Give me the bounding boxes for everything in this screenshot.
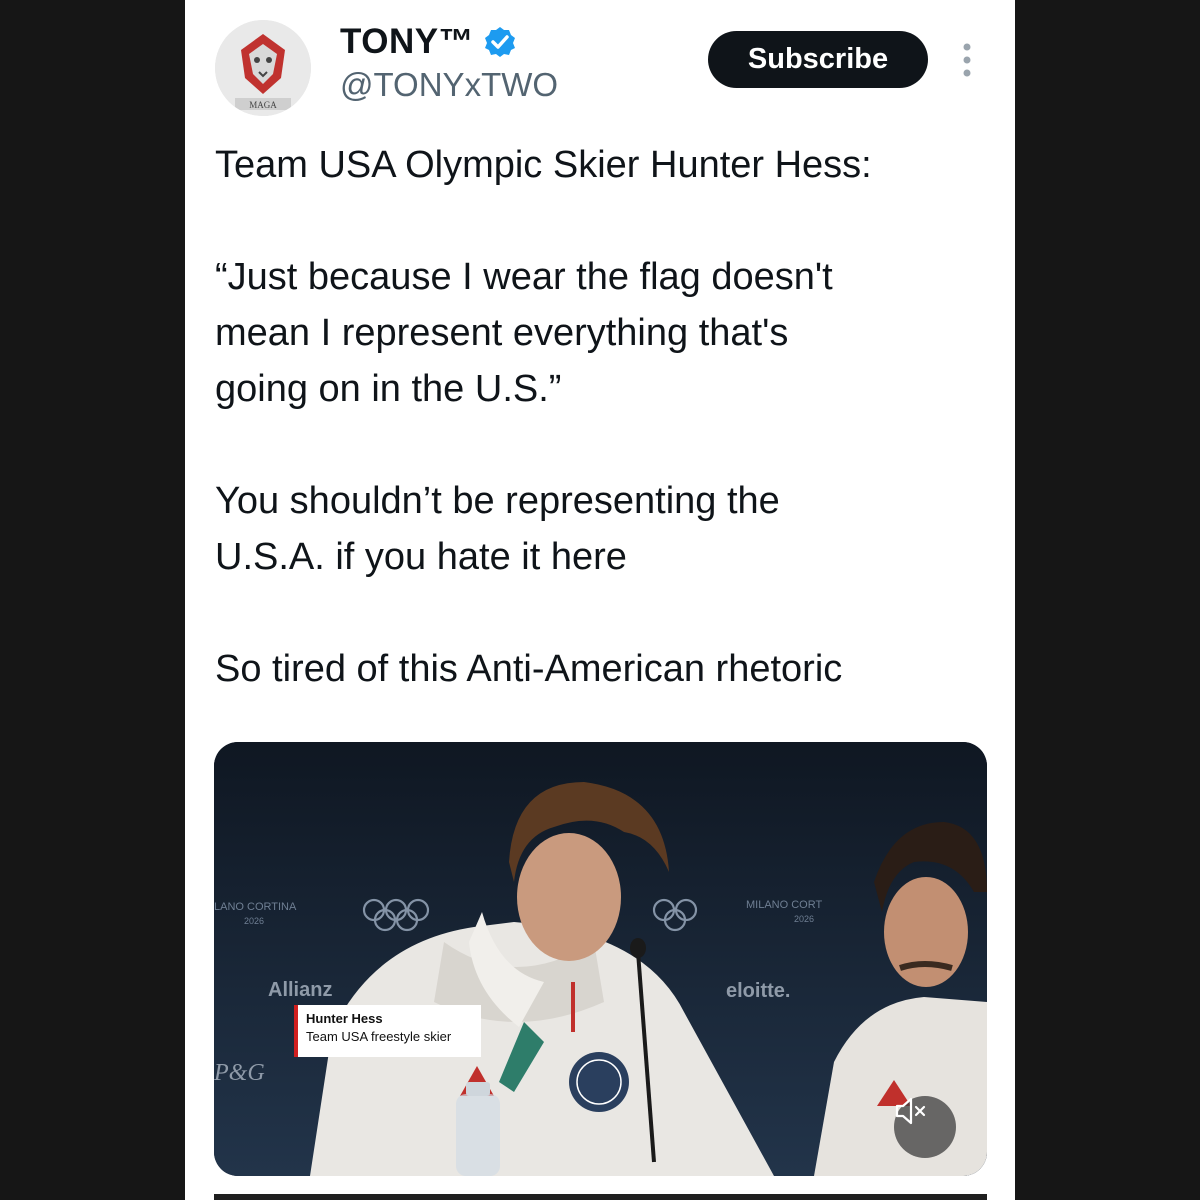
more-options-icon[interactable] (953, 40, 981, 80)
avatar-text: MAGA (249, 100, 277, 110)
water-bottle (456, 1094, 500, 1176)
tweet-card: MAGA TONY™ @TONYxTWO Subscribe Team USA … (185, 0, 1015, 1200)
sponsor-allianz: Allianz (268, 979, 332, 1001)
sponsor-deloitte: eloitte. (726, 980, 790, 1002)
usa-team-patch (569, 1052, 629, 1112)
caption-role: Team USA freestyle skier (306, 1029, 452, 1044)
backdrop-text-left: LANO CORTINA (214, 901, 297, 913)
mute-toggle-button[interactable] (894, 1096, 956, 1158)
subscribe-button[interactable]: Subscribe (708, 31, 928, 88)
lion-icon: MAGA (215, 20, 311, 116)
next-media-edge (214, 1194, 987, 1200)
tweet-text: Team USA Olympic Skier Hunter Hess: “Jus… (215, 144, 872, 690)
sponsor-pg: P&G (214, 1060, 265, 1086)
backdrop-year-right: 2026 (794, 914, 814, 924)
tweet-media-video[interactable]: LANO CORTINA 2026 MILANO CORT 2026 Allia… (214, 742, 987, 1176)
avatar[interactable]: MAGA (215, 20, 311, 116)
display-name[interactable]: TONY™ (340, 22, 474, 62)
lower-third-caption: Hunter Hess Team USA freestyle skier (294, 1005, 481, 1057)
author-handle[interactable]: @TONYxTWO (340, 66, 558, 104)
author-name-row[interactable]: TONY™ (340, 22, 516, 62)
press-conference-image: LANO CORTINA 2026 MILANO CORT 2026 Allia… (214, 742, 987, 1176)
backdrop-year-left: 2026 (244, 916, 264, 926)
caption-name: Hunter Hess (306, 1011, 383, 1026)
verified-badge-icon (485, 27, 516, 57)
speaker-muted-icon (895, 1097, 926, 1125)
backdrop-text-right: MILANO CORT (746, 899, 822, 911)
